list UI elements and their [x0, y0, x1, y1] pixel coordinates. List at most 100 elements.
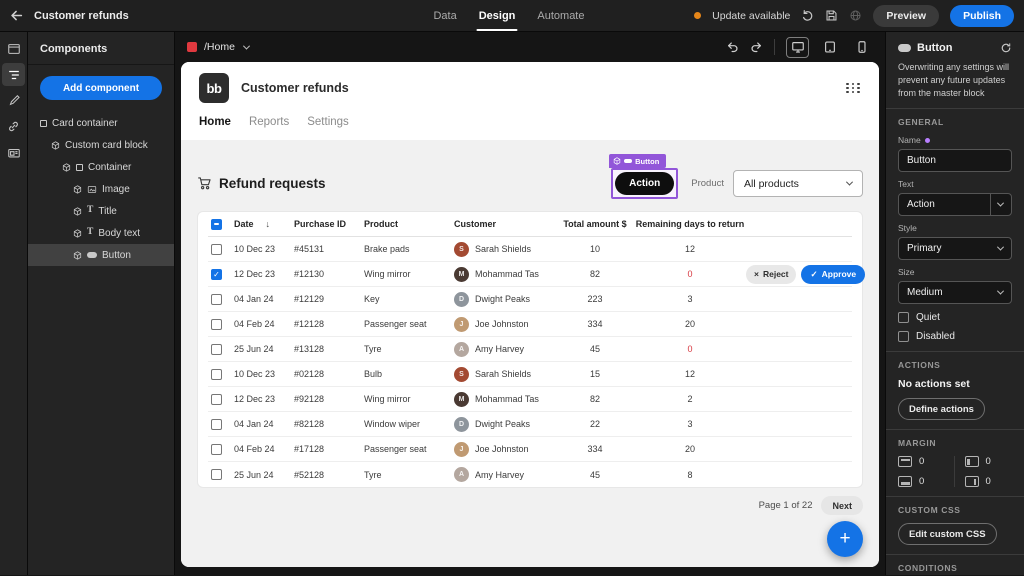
col-total[interactable]: Total amount $: [556, 219, 634, 229]
approve-button[interactable]: ✓Approve: [801, 265, 865, 284]
preview-button[interactable]: Preview: [873, 5, 939, 27]
text-combo-input[interactable]: Action: [898, 193, 1012, 216]
product-filter-select[interactable]: All products: [733, 170, 863, 197]
topbar-tab-automate[interactable]: Automate: [537, 0, 584, 31]
sort-desc-icon[interactable]: ↓: [266, 219, 271, 229]
cell-purchase-id: #82128: [294, 419, 364, 429]
margin-left-field[interactable]: 0: [965, 456, 1013, 467]
tree-item-title[interactable]: TTitle: [28, 200, 174, 222]
redo-icon[interactable]: [749, 40, 763, 54]
avatar: D: [454, 417, 469, 432]
cell-date: 10 Dec 23: [234, 369, 294, 379]
row-checkbox[interactable]: [211, 419, 222, 430]
tree-item-body-text[interactable]: TBody text: [28, 222, 174, 244]
cell-customer: DDwight Peaks: [454, 417, 556, 432]
style-select[interactable]: Primary: [898, 237, 1012, 260]
no-actions-text: No actions set: [898, 378, 1012, 390]
blocks-icon[interactable]: [2, 141, 25, 164]
tablet-icon[interactable]: [818, 37, 841, 58]
cell-date: 04 Jan 24: [234, 294, 294, 304]
action-button[interactable]: Action: [615, 172, 674, 195]
edit-custom-css-button[interactable]: Edit custom CSS: [898, 523, 997, 545]
cart-icon: [197, 176, 212, 191]
left-rail: [0, 32, 28, 575]
container-icon: [76, 164, 83, 171]
topbar-tab-data[interactable]: Data: [433, 0, 456, 31]
col-purchase-id[interactable]: Purchase ID: [294, 219, 364, 229]
app-tabs: Home Reports Settings: [181, 114, 879, 140]
links-icon[interactable]: [2, 115, 25, 138]
col-product[interactable]: Product: [364, 219, 454, 229]
cell-customer: AAmy Harvey: [454, 467, 556, 482]
publish-button[interactable]: Publish: [950, 5, 1014, 27]
row-checkbox[interactable]: [211, 244, 222, 255]
refresh-icon[interactable]: [1000, 42, 1012, 54]
disabled-checkbox[interactable]: [898, 331, 909, 342]
tree-item-card-container[interactable]: Card container: [28, 112, 174, 134]
tree-icon[interactable]: [2, 63, 25, 86]
margin-right-field[interactable]: 0: [965, 476, 1013, 487]
back-icon[interactable]: [10, 9, 23, 22]
tree-item-image[interactable]: Image: [28, 178, 174, 200]
name-input[interactable]: Button: [898, 149, 1012, 172]
page-breadcrumb[interactable]: /Home: [204, 41, 235, 53]
row-checkbox[interactable]: [211, 394, 222, 405]
margin-top-field[interactable]: 0: [898, 456, 946, 467]
row-checkbox[interactable]: [211, 319, 222, 330]
pages-icon[interactable]: [2, 37, 25, 60]
app-tab-settings[interactable]: Settings: [307, 116, 349, 128]
cell-product: Bulb: [364, 369, 454, 379]
margin-section-label: MARGIN: [898, 438, 1012, 448]
cell-total: 22: [556, 419, 634, 429]
row-checkbox[interactable]: [211, 469, 222, 480]
table-row: 10 Dec 23#45131Brake padsSSarah Shields1…: [208, 237, 852, 262]
selection-tag[interactable]: Button: [609, 154, 666, 168]
define-actions-button[interactable]: Define actions: [898, 398, 985, 420]
table-row: 04 Feb 24#12128Passenger seatJJoe Johnst…: [208, 312, 852, 337]
add-component-button[interactable]: Add component: [40, 76, 162, 100]
section-title-row: Refund requests: [197, 176, 326, 191]
cell-purchase-id: #17128: [294, 444, 364, 454]
customer-name: Sarah Shields: [475, 244, 531, 254]
topbar-tab-design[interactable]: Design: [479, 0, 516, 31]
app-tab-home[interactable]: Home: [199, 116, 231, 128]
quiet-checkbox[interactable]: [898, 312, 909, 323]
general-section-label: GENERAL: [898, 117, 1012, 127]
history-icon[interactable]: [801, 9, 814, 22]
tree-item-custom-card-block[interactable]: Custom card block: [28, 134, 174, 156]
tree-item-button[interactable]: Button: [28, 244, 174, 266]
select-all-checkbox[interactable]: [211, 219, 222, 230]
size-select[interactable]: Medium: [898, 281, 1012, 304]
undo-icon[interactable]: [726, 40, 740, 54]
app-preview-frame: bb Customer refunds HomeReportsSettings …: [181, 62, 879, 567]
row-checkbox[interactable]: ✓: [211, 269, 222, 280]
check-icon: ✓: [810, 269, 817, 280]
cell-date: 04 Feb 24: [234, 444, 294, 454]
name-field-label: Name: [898, 135, 921, 145]
col-date[interactable]: Date↓: [234, 219, 294, 229]
margin-bottom-field[interactable]: 0: [898, 476, 946, 487]
desktop-icon[interactable]: [786, 37, 809, 58]
styles-icon[interactable]: [2, 89, 25, 112]
customer-name: Amy Harvey: [475, 344, 524, 354]
row-checkbox[interactable]: [211, 369, 222, 380]
selection-tag-label: Button: [635, 157, 659, 166]
next-page-button[interactable]: Next: [821, 496, 863, 515]
reject-button[interactable]: ×Reject: [746, 265, 796, 284]
row-checkbox[interactable]: [211, 444, 222, 455]
cell-product: Wing mirror: [364, 394, 454, 404]
col-customer[interactable]: Customer: [454, 219, 556, 229]
tree-item-container[interactable]: Container: [28, 156, 174, 178]
phone-icon[interactable]: [850, 37, 873, 58]
cell-days: 0: [634, 269, 746, 279]
app-tab-reports[interactable]: Reports: [249, 116, 289, 128]
add-fab-button[interactable]: +: [827, 521, 863, 557]
col-days[interactable]: Remaining days to return: [634, 219, 746, 229]
row-checkbox[interactable]: [211, 344, 222, 355]
customer-name: Joe Johnston: [475, 444, 529, 454]
cell-product: Wing mirror: [364, 269, 454, 279]
row-checkbox[interactable]: [211, 294, 222, 305]
app-switcher-icon[interactable]: [846, 83, 861, 94]
margin-bottom-value: 0: [919, 476, 924, 487]
save-icon[interactable]: [825, 9, 838, 22]
